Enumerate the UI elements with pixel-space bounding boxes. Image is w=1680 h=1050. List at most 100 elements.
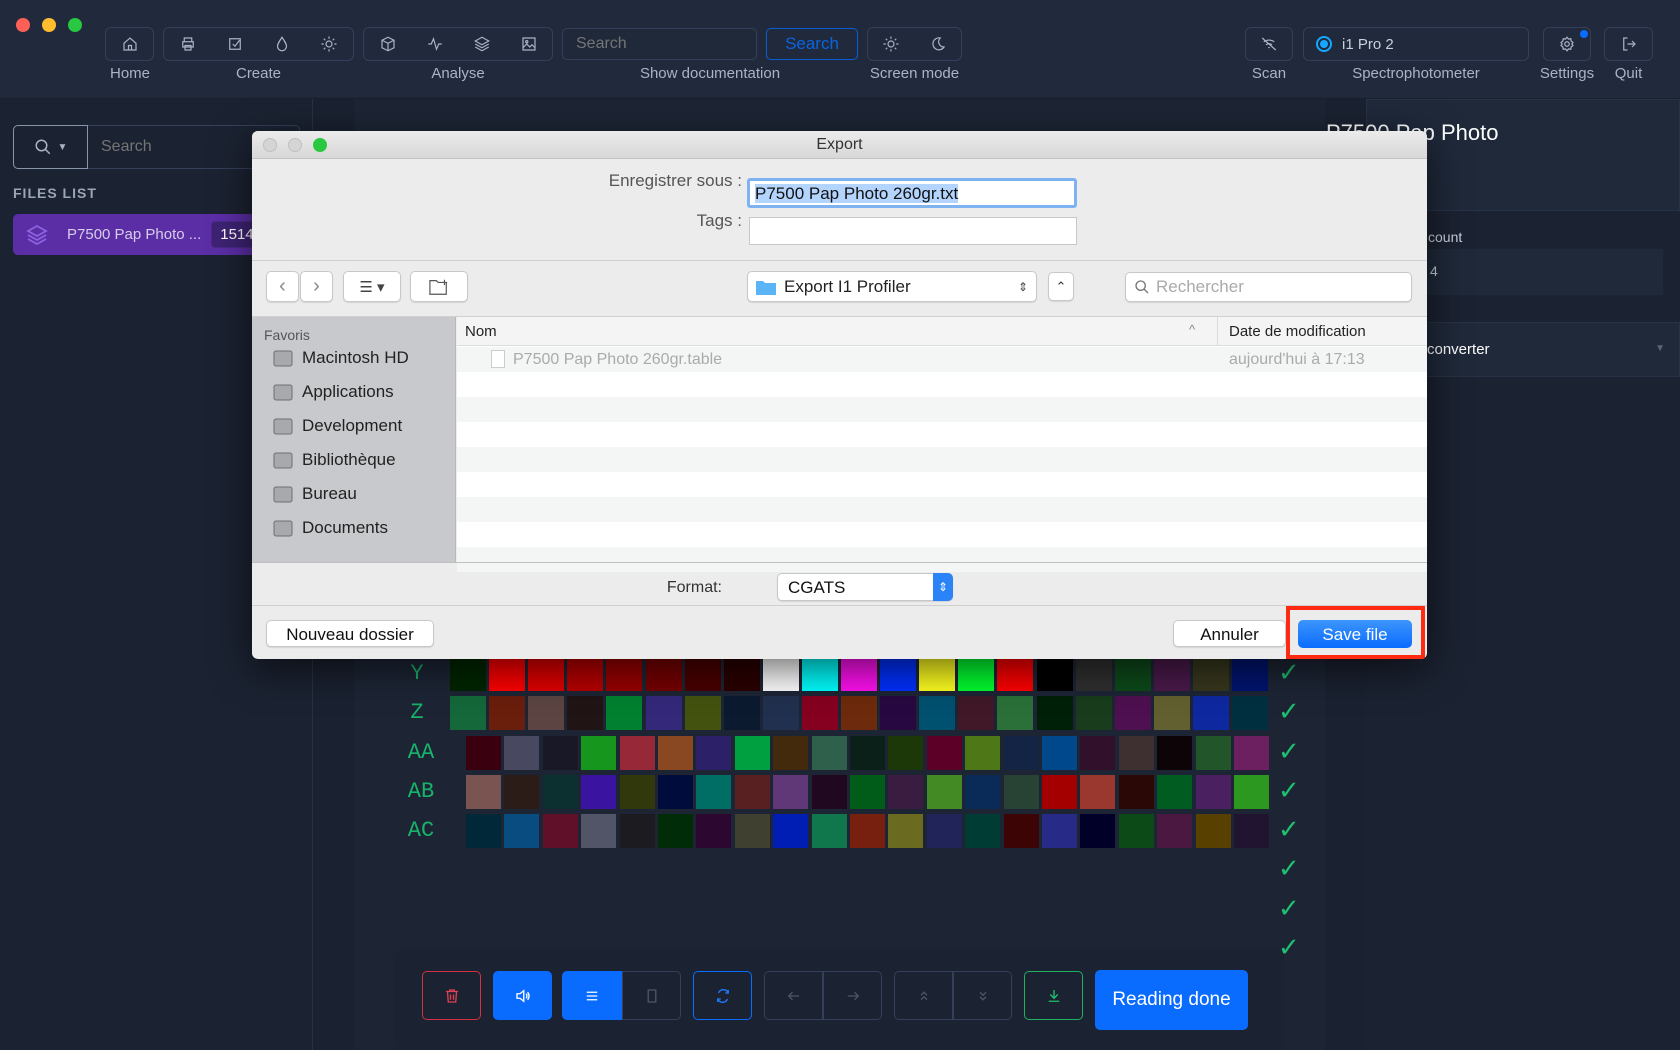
color-patch[interactable] (542, 735, 578, 770)
documentation-search-input[interactable] (562, 28, 757, 60)
color-patch[interactable] (965, 774, 1001, 809)
color-patch[interactable] (880, 656, 917, 691)
documentation-search-button[interactable]: Search (766, 28, 858, 60)
color-patch[interactable] (1157, 735, 1193, 770)
favorite-item[interactable]: Applications (272, 381, 394, 403)
color-patch[interactable] (504, 774, 540, 809)
sound-button[interactable] (493, 971, 552, 1020)
color-patch[interactable] (1003, 814, 1039, 849)
maximize-window-button[interactable] (68, 18, 82, 32)
sun-icon[interactable] (320, 35, 338, 53)
color-patch[interactable] (658, 814, 693, 849)
favorite-item[interactable]: Bibliothèque (272, 449, 396, 471)
color-patch[interactable] (1118, 774, 1154, 809)
color-patch[interactable] (1075, 696, 1112, 731)
color-patch[interactable] (888, 735, 924, 770)
minimize-window-button[interactable] (42, 18, 56, 32)
color-patch[interactable] (1042, 735, 1077, 770)
color-patch[interactable] (723, 656, 760, 691)
color-patch[interactable] (1042, 774, 1077, 809)
color-patch[interactable] (450, 656, 486, 691)
color-patch[interactable] (1036, 696, 1073, 731)
color-patch[interactable] (1234, 735, 1269, 770)
color-patch[interactable] (542, 774, 578, 809)
filename-input[interactable]: P7500 Pap Photo 260gr.txt (747, 178, 1077, 208)
color-patch[interactable] (958, 656, 995, 691)
expand-dialog-button[interactable]: ⌃ (1048, 272, 1074, 301)
forward-button[interactable]: › (300, 271, 333, 302)
color-patch[interactable] (1080, 814, 1116, 849)
color-patch[interactable] (581, 735, 617, 770)
color-patch[interactable] (850, 814, 885, 849)
new-folder-icon-button[interactable] (410, 271, 468, 302)
color-patch[interactable] (997, 696, 1034, 731)
color-patch[interactable] (645, 696, 682, 731)
color-patch[interactable] (1080, 735, 1116, 770)
color-patch[interactable] (450, 696, 486, 731)
color-patch[interactable] (841, 656, 877, 691)
scan-button[interactable] (1245, 27, 1293, 61)
color-patch[interactable] (567, 656, 604, 691)
color-patch[interactable] (606, 656, 643, 691)
save-file-button[interactable]: Save file (1298, 620, 1412, 648)
color-patch[interactable] (1118, 735, 1154, 770)
refresh-button[interactable] (693, 971, 752, 1020)
spectrophotometer-select[interactable]: i1 Pro 2 (1303, 27, 1529, 61)
color-patch[interactable] (773, 774, 809, 809)
location-dropdown[interactable]: Export I1 Profiler ⇕ (747, 271, 1037, 302)
color-patch[interactable] (567, 696, 604, 731)
color-patch[interactable] (880, 696, 917, 731)
checkbox-icon[interactable] (226, 35, 244, 53)
color-patch[interactable] (1114, 696, 1151, 731)
color-patch[interactable] (684, 656, 721, 691)
color-patch[interactable] (1192, 696, 1229, 731)
color-patch[interactable] (581, 814, 617, 849)
color-patch[interactable] (773, 735, 809, 770)
color-patch[interactable] (1195, 814, 1231, 849)
color-patch[interactable] (965, 814, 1001, 849)
color-patch[interactable] (1234, 814, 1269, 849)
color-patch[interactable] (658, 735, 693, 770)
color-patch[interactable] (1232, 656, 1268, 691)
favorite-item[interactable]: Documents (272, 517, 388, 539)
color-patch[interactable] (888, 814, 924, 849)
color-patch[interactable] (1192, 656, 1229, 691)
color-patch[interactable] (762, 696, 799, 731)
color-patch[interactable] (696, 774, 732, 809)
back-button[interactable]: ‹ (266, 271, 299, 302)
color-patch[interactable] (1153, 656, 1190, 691)
color-patch[interactable] (528, 656, 565, 691)
color-patch[interactable] (645, 656, 682, 691)
search-mode-dropdown[interactable]: ▼ (13, 125, 88, 169)
color-patch[interactable] (684, 696, 721, 731)
reading-done-button[interactable]: Reading done (1095, 970, 1248, 1030)
favorite-item[interactable]: Macintosh HD (272, 347, 409, 369)
color-patch[interactable] (1114, 656, 1151, 691)
color-patch[interactable] (850, 774, 885, 809)
color-patch[interactable] (528, 696, 565, 731)
color-patch[interactable] (811, 774, 847, 809)
color-patch[interactable] (919, 696, 956, 731)
color-patch[interactable] (801, 696, 838, 731)
color-patch[interactable] (466, 814, 501, 849)
column-name-header[interactable]: Nom (465, 323, 497, 340)
layers-icon[interactable] (473, 35, 491, 53)
color-patch[interactable] (841, 696, 877, 731)
row-down-button[interactable] (953, 971, 1012, 1020)
column-date-header[interactable]: Date de modification (1229, 323, 1366, 340)
color-patch[interactable] (926, 774, 962, 809)
finder-search-input[interactable]: Rechercher (1125, 272, 1412, 302)
color-patch[interactable] (811, 735, 847, 770)
color-patch[interactable] (997, 656, 1034, 691)
color-patch[interactable] (658, 774, 693, 809)
row-up-button[interactable] (894, 971, 953, 1020)
color-patch[interactable] (850, 735, 885, 770)
color-patch[interactable] (801, 656, 838, 691)
color-patch[interactable] (734, 774, 770, 809)
color-patch[interactable] (734, 735, 770, 770)
color-patch[interactable] (504, 814, 540, 849)
color-patch[interactable] (1157, 814, 1193, 849)
color-patch[interactable] (606, 696, 643, 731)
favorite-item[interactable]: Development (272, 415, 402, 437)
color-patch[interactable] (1042, 814, 1077, 849)
